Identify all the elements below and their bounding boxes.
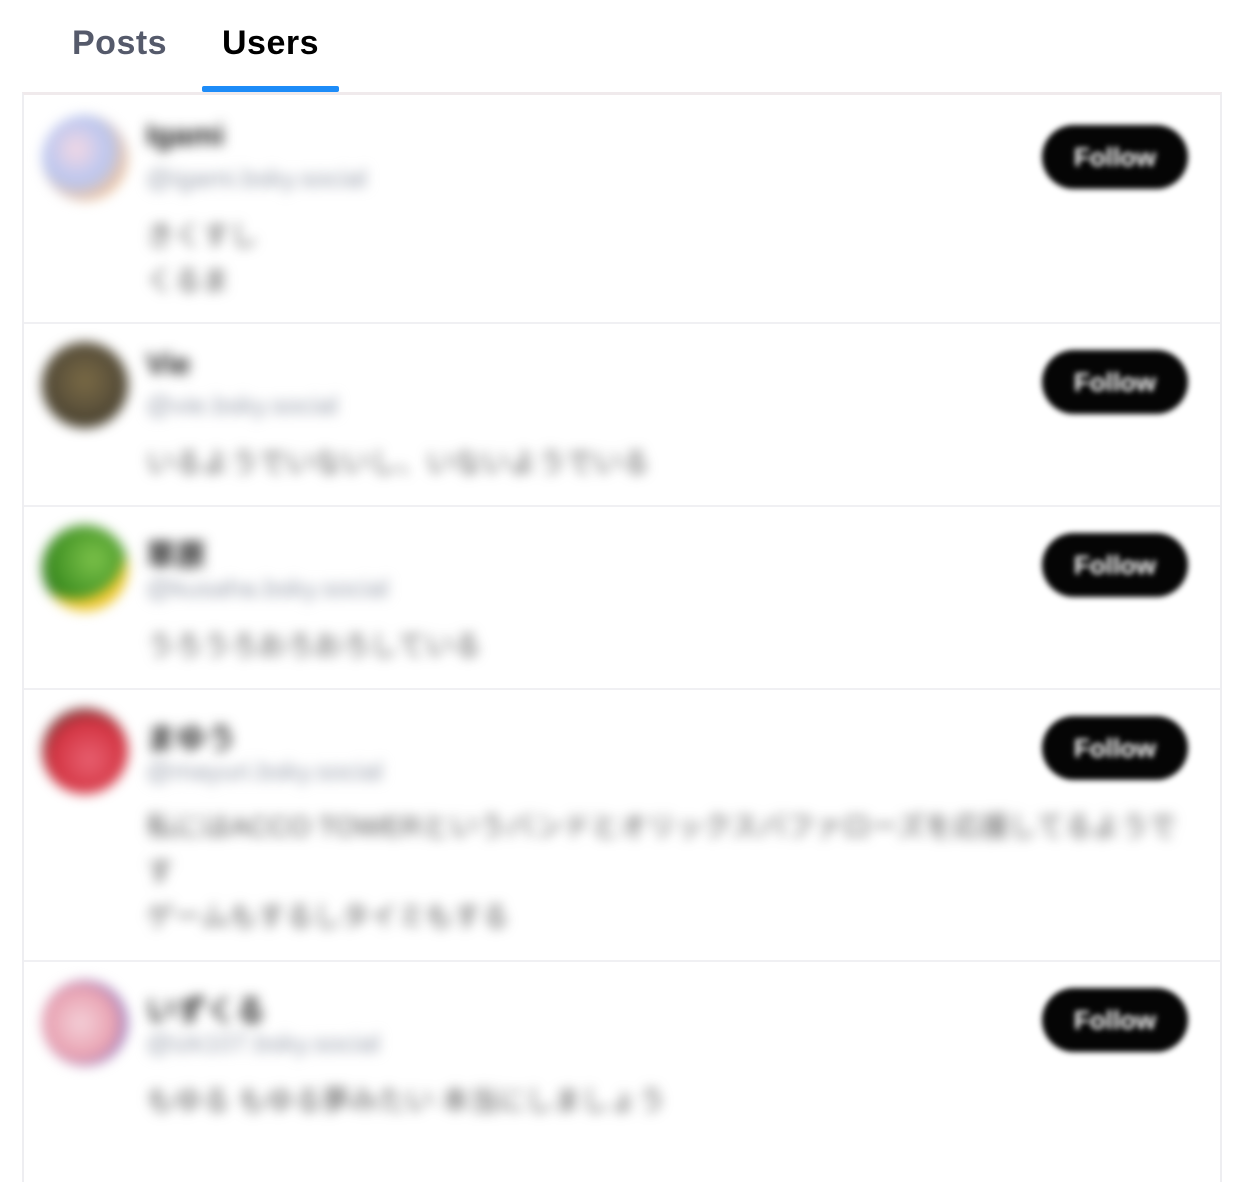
user-card[interactable]: いずくる @izk107.bsky.social もゆる もゆる夢みたい 本当に… bbox=[24, 962, 1220, 1182]
user-card[interactable]: 草原 @kusaha.bsky.social うろうろおろおろしている Foll… bbox=[24, 507, 1220, 690]
follow-button[interactable]: Follow bbox=[1042, 125, 1188, 189]
follow-button[interactable]: Follow bbox=[1042, 533, 1188, 597]
avatar[interactable] bbox=[42, 115, 128, 201]
avatar[interactable] bbox=[42, 525, 128, 611]
user-handle: @vie.bsky.social bbox=[146, 390, 339, 420]
user-list: Igami @igami.bsky.social きくすし くるま Follow… bbox=[22, 92, 1222, 1182]
user-bio: きくすし くるま bbox=[146, 220, 259, 296]
user-handle: @izk107.bsky.social bbox=[146, 1028, 380, 1058]
tab-bar: Posts Users bbox=[0, 0, 1242, 92]
user-card[interactable]: Igami @igami.bsky.social きくすし くるま Follow bbox=[24, 95, 1220, 324]
user-bio: もゆる もゆる夢みたい 本当にしましょう bbox=[146, 1085, 666, 1116]
user-card[interactable]: Vie @vie.bsky.social いるようでいないし、いないようでいる … bbox=[24, 324, 1220, 507]
user-card[interactable]: まゆう @mayuri.bsky.social 私にはACCO TOWERという… bbox=[24, 690, 1220, 962]
user-bio: うろうろおろおろしている bbox=[146, 630, 482, 661]
follow-button[interactable]: Follow bbox=[1042, 350, 1188, 414]
display-name[interactable]: Igami bbox=[146, 119, 224, 153]
user-handle: @kusaha.bsky.social bbox=[146, 573, 389, 603]
user-handle: @mayuri.bsky.social bbox=[146, 756, 383, 786]
user-handle: @igami.bsky.social bbox=[146, 163, 367, 193]
display-name[interactable]: 草原 bbox=[146, 531, 206, 575]
display-name[interactable]: Vie bbox=[146, 348, 191, 382]
avatar[interactable] bbox=[42, 708, 128, 794]
follow-button[interactable]: Follow bbox=[1042, 988, 1188, 1052]
display-name[interactable]: いずくる bbox=[146, 986, 265, 1030]
display-name[interactable]: まゆう bbox=[146, 714, 236, 758]
follow-button[interactable]: Follow bbox=[1042, 716, 1188, 780]
user-bio: 私にはACCO TOWERというバンドとオリックスバファローズを応援してるようで… bbox=[146, 811, 1177, 932]
avatar[interactable] bbox=[42, 342, 128, 428]
tab-users[interactable]: Users bbox=[222, 24, 319, 63]
tab-posts[interactable]: Posts bbox=[72, 24, 167, 63]
user-bio: いるようでいないし、いないようでいる bbox=[146, 447, 650, 478]
avatar[interactable] bbox=[42, 980, 128, 1066]
